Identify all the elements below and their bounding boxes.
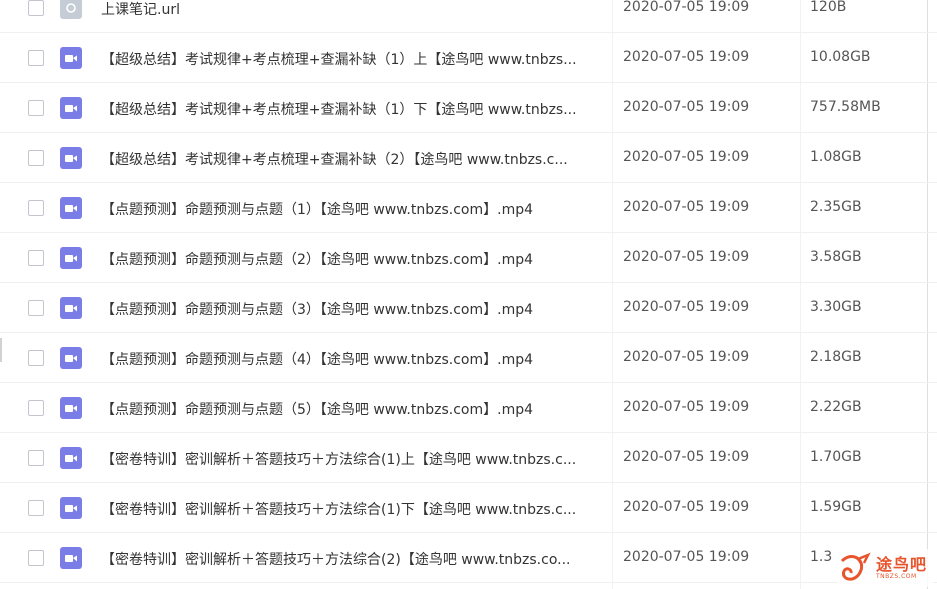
file-size: 1.70GB (810, 449, 862, 465)
file-size: 2.35GB (810, 199, 862, 215)
file-size: 1.08GB (810, 149, 862, 165)
watermark: 途鸟吧 TNBZS.COM (838, 549, 933, 587)
video-file-icon (60, 197, 82, 219)
video-file-icon (60, 297, 82, 319)
file-row[interactable]: 【超级总结】考试规律+考点梳理+查漏补缺（2）【途鸟吧 www.tnbzs.c.… (0, 133, 937, 183)
row-checkbox[interactable] (28, 400, 44, 416)
row-checkbox[interactable] (28, 50, 44, 66)
file-row[interactable]: 上课笔记.url 2020-07-05 19:09 120B (0, 0, 937, 33)
file-name[interactable]: 【点题预测】命题预测与点题（1）【途鸟吧 www.tnbzs.com】.mp4 (101, 199, 606, 219)
file-name[interactable]: 【点题预测】命题预测与点题（2）【途鸟吧 www.tnbzs.com】.mp4 (101, 249, 606, 269)
file-row[interactable]: 【点题预测】命题预测与点题（2）【途鸟吧 www.tnbzs.com】.mp4 2… (0, 233, 937, 283)
file-modified-date: 2020-07-05 19:09 (623, 149, 750, 165)
file-size: 1.59GB (810, 499, 862, 515)
watermark-subtitle: TNBZS.COM (876, 573, 917, 580)
file-name[interactable]: 【点题预测】命题预测与点题（4）【途鸟吧 www.tnbzs.com】.mp4 (101, 349, 606, 369)
file-row[interactable]: 【点题预测】命题预测与点题（1）【途鸟吧 www.tnbzs.com】.mp4 2… (0, 183, 937, 233)
file-modified-date: 2020-07-05 19:09 (623, 499, 750, 515)
row-checkbox[interactable] (28, 550, 44, 566)
file-name[interactable]: 【密卷特训】密训解析＋答题技巧＋方法综合(1)上【途鸟吧 www.tnbzs.c… (101, 449, 606, 469)
row-checkbox[interactable] (28, 300, 44, 316)
video-file-icon (60, 447, 82, 469)
row-checkbox[interactable] (28, 0, 44, 16)
file-row[interactable]: 【超级总结】考试规律+考点梳理+查漏补缺（1）下【途鸟吧 www.tnbzs..… (0, 83, 937, 133)
file-row[interactable]: 【点题预测】命题预测与点题（5）【途鸟吧 www.tnbzs.com】.mp4 2… (0, 383, 937, 433)
file-name[interactable]: 【超级总结】考试规律+考点梳理+查漏补缺（1）上【途鸟吧 www.tnbzs..… (101, 49, 606, 69)
file-row[interactable]: 【密卷特训】密训解析＋答题技巧＋方法综合(2)【途鸟吧 www.tnbzs.co… (0, 533, 937, 583)
file-name[interactable]: 上课笔记.url (101, 0, 606, 19)
file-size: 757.58MB (810, 99, 881, 115)
file-row[interactable]: 【密卷特训】密训解析＋答题技巧＋方法综合(1)上【途鸟吧 www.tnbzs.c… (0, 433, 937, 483)
file-name[interactable]: 【超级总结】考试规律+考点梳理+查漏补缺（1）下【途鸟吧 www.tnbzs..… (101, 99, 606, 119)
file-name[interactable]: 【超级总结】考试规律+考点梳理+查漏补缺（2）【途鸟吧 www.tnbzs.c.… (101, 149, 606, 169)
row-checkbox[interactable] (28, 200, 44, 216)
video-file-icon (60, 397, 82, 419)
file-name[interactable]: 【密卷特训】密训解析＋答题技巧＋方法综合(1)下【途鸟吧 www.tnbzs.c… (101, 499, 606, 519)
file-modified-date: 2020-07-05 19:09 (623, 99, 750, 115)
row-checkbox[interactable] (28, 450, 44, 466)
file-modified-date: 2020-07-05 19:09 (623, 49, 750, 65)
file-modified-date: 2020-07-05 19:09 (623, 549, 750, 565)
file-size: 2.22GB (810, 399, 862, 415)
row-checkbox[interactable] (28, 150, 44, 166)
file-modified-date: 2020-07-05 19:09 (623, 299, 750, 315)
file-modified-date: 2020-07-05 19:09 (623, 0, 750, 15)
file-size: 1.3 (810, 549, 833, 565)
row-checkbox[interactable] (28, 100, 44, 116)
file-modified-date: 2020-07-05 19:09 (623, 449, 750, 465)
file-row[interactable]: 【密卷特训】密训解析＋答题技巧＋方法综合(1)下【途鸟吧 www.tnbzs.c… (0, 483, 937, 533)
file-modified-date: 2020-07-05 19:09 (623, 199, 750, 215)
file-row[interactable]: 【超级总结】考试规律+考点梳理+查漏补缺（1）上【途鸟吧 www.tnbzs..… (0, 33, 937, 83)
bird-logo-icon (840, 552, 871, 581)
video-file-icon (60, 97, 82, 119)
file-modified-date: 2020-07-05 19:09 (623, 349, 750, 365)
url-file-icon (60, 0, 82, 19)
file-row[interactable]: 【点题预测】命题预测与点题（4）【途鸟吧 www.tnbzs.com】.mp4 2… (0, 333, 937, 383)
file-size: 10.08GB (810, 49, 871, 65)
video-file-icon (60, 497, 82, 519)
file-size: 120B (810, 0, 847, 15)
file-modified-date: 2020-07-05 19:09 (623, 399, 750, 415)
video-file-icon (60, 547, 82, 569)
row-checkbox[interactable] (28, 350, 44, 366)
watermark-title: 途鸟吧 (876, 555, 928, 574)
video-file-icon (60, 247, 82, 269)
row-checkbox[interactable] (28, 500, 44, 516)
file-name[interactable]: 【点题预测】命题预测与点题（5）【途鸟吧 www.tnbzs.com】.mp4 (101, 399, 606, 419)
file-name[interactable]: 【点题预测】命题预测与点题（3）【途鸟吧 www.tnbzs.com】.mp4 (101, 299, 606, 319)
file-size: 2.18GB (810, 349, 862, 365)
file-modified-date: 2020-07-05 19:09 (623, 249, 750, 265)
row-checkbox[interactable] (28, 250, 44, 266)
file-name[interactable]: 【密卷特训】密训解析＋答题技巧＋方法综合(2)【途鸟吧 www.tnbzs.co… (101, 549, 606, 569)
file-list: 上课笔记.url 2020-07-05 19:09 120B 【超级总结】考试规律+考… (0, 0, 937, 589)
video-file-icon (60, 147, 82, 169)
file-row[interactable]: 【点题预测】命题预测与点题（3）【途鸟吧 www.tnbzs.com】.mp4 2… (0, 283, 937, 333)
file-size: 3.30GB (810, 299, 862, 315)
file-size: 3.58GB (810, 249, 862, 265)
video-file-icon (60, 47, 82, 69)
video-file-icon (60, 347, 82, 369)
